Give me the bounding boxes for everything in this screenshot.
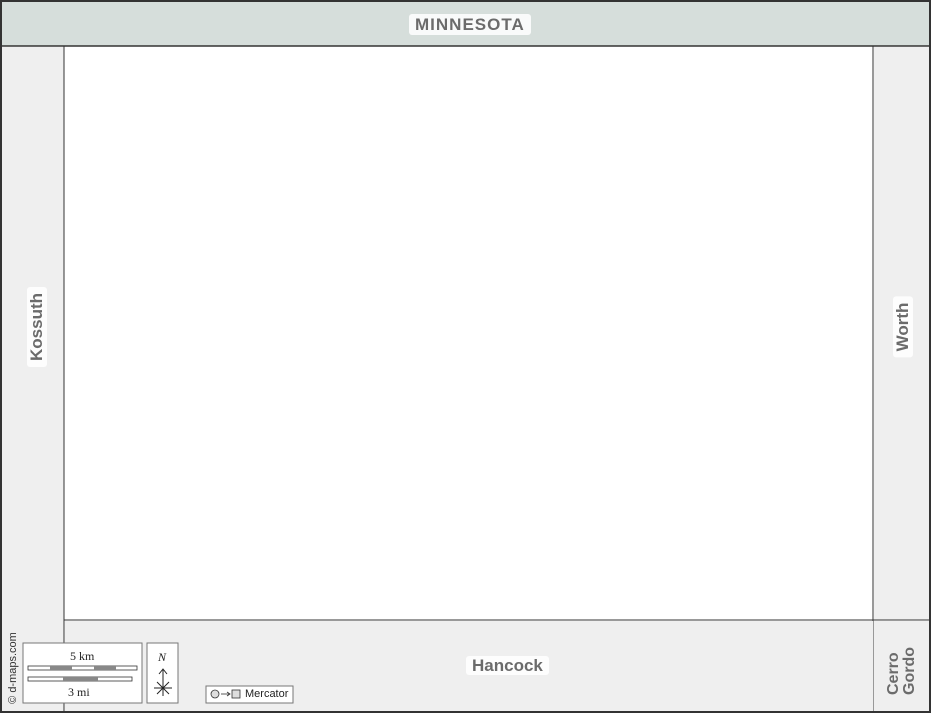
- scale-bar-km-seg: [50, 666, 72, 670]
- flat-map-icon: [231, 689, 241, 699]
- kossuth-region: [2, 47, 64, 711]
- scale-km-label: 5 km: [70, 649, 95, 663]
- scale-mi-label: 3 mi: [68, 685, 90, 699]
- scale-bar-mi-seg: [63, 677, 98, 681]
- hancock-label: Hancock: [466, 656, 549, 675]
- cerro-gordo-label: Cerro Gordo: [885, 635, 918, 695]
- map-frame: [0, 0, 931, 713]
- copyright-credit: © d-maps.com: [7, 632, 19, 704]
- worth-label: Worth: [893, 296, 913, 358]
- north-label: N: [158, 650, 167, 664]
- kossuth-label: Kossuth: [27, 287, 47, 367]
- map-canvas: [0, 0, 931, 713]
- projection-label: Mercator: [245, 688, 289, 700]
- minnesota-label: MINNESOTA: [409, 14, 531, 35]
- scale-bar-km-seg: [94, 666, 116, 670]
- county-map: MINNESOTA Kossuth Worth Hancock Cerro Go…: [0, 0, 931, 713]
- scale-bar-km: [27, 665, 138, 671]
- cerro-gordo-label-line2: Gordo: [901, 647, 918, 695]
- cerro-gordo-label-line1: Cerro: [885, 652, 902, 695]
- globe-icon: [210, 689, 220, 699]
